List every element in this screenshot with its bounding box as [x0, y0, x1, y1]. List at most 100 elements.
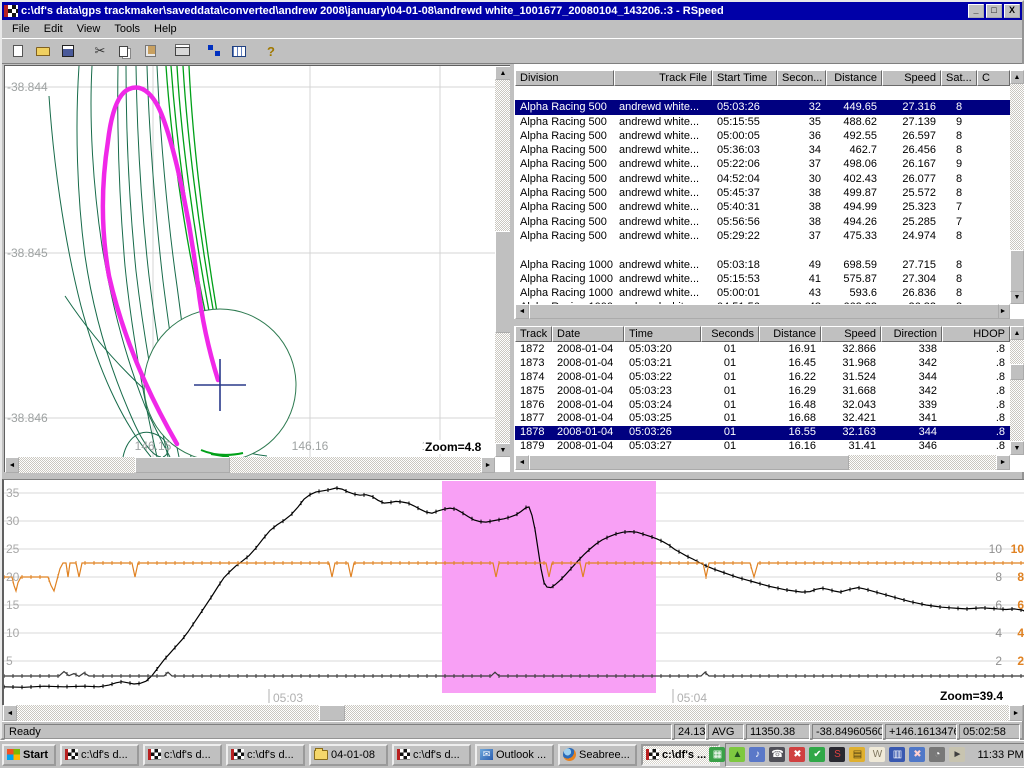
table-row[interactable]	[515, 86, 1010, 100]
column-header-sat[interactable]: Sat...	[941, 70, 977, 86]
scrollbar-thumb[interactable]	[135, 457, 230, 473]
table-row[interactable]: 18782008-01-0405:03:260116.5532.163344.8	[515, 426, 1010, 440]
scrollbar-thumb[interactable]	[529, 304, 999, 319]
start-button[interactable]: Start	[2, 744, 56, 766]
table-row[interactable]	[515, 243, 1010, 257]
laps-table-horizontal-scrollbar[interactable]: ◄►	[515, 304, 1010, 319]
table-row[interactable]: Alpha Racing 500andrewd white...05:03:26…	[515, 100, 1010, 114]
scroll-left-button[interactable]: ◄	[3, 705, 17, 721]
task-button-flag[interactable]: c:\df's d...	[143, 744, 222, 766]
column-header-secon[interactable]: Secon...	[777, 70, 826, 86]
tray-icon-3[interactable]: ♪	[749, 747, 765, 762]
scrollbar-thumb[interactable]	[319, 705, 345, 721]
task-button-flag[interactable]: c:\df's ...	[641, 744, 720, 766]
table-row[interactable]: 18772008-01-0405:03:250116.6832.421341.8	[515, 412, 1010, 426]
task-button-flag[interactable]: c:\df's d...	[60, 744, 139, 766]
map-vertical-scrollbar[interactable]: ▲▼	[495, 66, 511, 457]
tray-icon-12[interactable]: ◔	[929, 747, 945, 762]
table-row[interactable]: 18752008-01-0405:03:230116.2931.668342.8	[515, 385, 1010, 399]
table-row[interactable]: Alpha Racing 500andrewd white...05:15:55…	[515, 115, 1010, 129]
scroll-right-button[interactable]: ►	[481, 457, 495, 473]
table-row[interactable]: Alpha Racing 1000andrewd white...05:00:0…	[515, 286, 1010, 300]
tray-icon-8[interactable]: ▤	[849, 747, 865, 762]
open-button[interactable]	[31, 40, 55, 62]
scroll-up-button[interactable]: ▲	[1010, 70, 1024, 84]
close-button[interactable]: X	[1004, 4, 1020, 18]
help-button[interactable]: ?	[259, 40, 283, 62]
table-row[interactable]: Alpha Racing 500andrewd white...04:52:04…	[515, 172, 1010, 186]
scroll-up-button[interactable]: ▲	[495, 66, 511, 80]
scroll-left-button[interactable]: ◄	[5, 457, 19, 473]
table-row[interactable]: Alpha Racing 500andrewd white...05:40:31…	[515, 200, 1010, 214]
tray-icon-6[interactable]: ✔	[809, 747, 825, 762]
table-row[interactable]: Alpha Racing 1000andrewd white...05:03:1…	[515, 258, 1010, 272]
table-row[interactable]: Alpha Racing 500andrewd white...05:56:56…	[515, 215, 1010, 229]
menu-edit[interactable]: Edit	[38, 21, 69, 37]
column-header-speed[interactable]: Speed	[821, 326, 881, 342]
table-row[interactable]: Alpha Racing 500andrewd white...05:29:22…	[515, 229, 1010, 243]
panel-splitter[interactable]	[510, 64, 514, 472]
scroll-down-button[interactable]: ▼	[495, 443, 511, 457]
tray-icon-11[interactable]: ✖	[909, 747, 925, 762]
scrollbar-thumb[interactable]	[529, 455, 849, 470]
scrollbar-thumb[interactable]	[1010, 250, 1024, 292]
column-header-distance[interactable]: Distance	[759, 326, 821, 342]
column-header-time[interactable]: Time	[624, 326, 701, 342]
tray-icon-10[interactable]: ▥	[889, 747, 905, 762]
table-row[interactable]: Alpha Racing 500andrewd white...05:45:37…	[515, 186, 1010, 200]
restore-button[interactable]: □	[986, 4, 1002, 18]
table-row[interactable]: 18762008-01-0405:03:240116.4832.043339.8	[515, 399, 1010, 413]
table-row[interactable]: Alpha Racing 1000andrewd white...05:15:5…	[515, 272, 1010, 286]
table-row[interactable]: Alpha Racing 500andrewd white...05:36:03…	[515, 143, 1010, 157]
scroll-right-button[interactable]: ►	[1009, 705, 1023, 721]
column-header-division[interactable]: Division	[515, 70, 614, 86]
scroll-down-button[interactable]: ▼	[1010, 441, 1024, 455]
paste-button[interactable]	[138, 40, 162, 62]
table-row[interactable]: 18792008-01-0405:03:270116.1631.41346.8	[515, 440, 1010, 454]
column-header-trackfile[interactable]: Track File	[614, 70, 712, 86]
sort-button[interactable]	[202, 40, 226, 62]
table-row[interactable]: 18722008-01-0405:03:200116.9132.866338.8	[515, 343, 1010, 357]
table-row[interactable]: 18732008-01-0405:03:210116.4531.968342.8	[515, 357, 1010, 371]
chart-canvas[interactable]: 353025201510510108866442205:0305:04	[4, 480, 1024, 705]
tray-icon-1[interactable]: ▦	[709, 747, 725, 762]
scroll-up-button[interactable]: ▲	[1010, 326, 1024, 340]
laps-table-vertical-scrollbar[interactable]: ▲▼	[1010, 70, 1024, 304]
tray-icon-7[interactable]: S	[829, 747, 845, 762]
map-horizontal-scrollbar[interactable]: ◄►	[5, 457, 495, 473]
column-header-speed[interactable]: Speed	[882, 70, 941, 86]
tray-icon-9[interactable]: W	[869, 747, 885, 762]
cut-button[interactable]: ✂	[88, 40, 112, 62]
save-button[interactable]	[56, 40, 80, 62]
grid-button[interactable]	[227, 40, 251, 62]
column-header-track[interactable]: Track	[515, 326, 552, 342]
map-canvas[interactable]: -38.844-38.845-38.846146.15146.16146.17	[5, 66, 495, 457]
menu-view[interactable]: View	[71, 21, 107, 37]
tray-icon-4[interactable]: ☎	[769, 747, 785, 762]
scrollbar-thumb[interactable]	[495, 231, 511, 333]
column-header-starttime[interactable]: Start Time	[712, 70, 777, 86]
task-button-firefox[interactable]: Seabree...	[558, 744, 637, 766]
task-button-outlook[interactable]: ✉Outlook ...	[475, 744, 554, 766]
scrollbar-thumb[interactable]	[1010, 364, 1024, 380]
column-header-direction[interactable]: Direction	[881, 326, 942, 342]
menu-help[interactable]: Help	[148, 21, 183, 37]
scroll-left-button[interactable]: ◄	[515, 455, 529, 470]
column-header-distance[interactable]: Distance	[826, 70, 882, 86]
task-button-flag[interactable]: c:\df's d...	[226, 744, 305, 766]
column-header-seconds[interactable]: Seconds	[701, 326, 759, 342]
column-header-date[interactable]: Date	[552, 326, 624, 342]
tray-icon-2[interactable]: ▲	[729, 747, 745, 762]
table-row[interactable]: Alpha Racing 500andrewd white...05:22:06…	[515, 157, 1010, 171]
scroll-down-button[interactable]: ▼	[1010, 290, 1024, 304]
tray-icon-5[interactable]: ✖	[789, 747, 805, 762]
points-table-vertical-scrollbar[interactable]: ▲▼	[1010, 326, 1024, 455]
table-row[interactable]: Alpha Racing 500andrewd white...05:00:05…	[515, 129, 1010, 143]
scroll-left-button[interactable]: ◄	[515, 304, 529, 319]
task-button-flag[interactable]: c:\df's d...	[392, 744, 471, 766]
menu-file[interactable]: File	[6, 21, 36, 37]
column-header-c[interactable]: C	[977, 70, 1010, 86]
column-header-hdop[interactable]: HDOP	[942, 326, 1010, 342]
points-table-horizontal-scrollbar[interactable]: ◄►	[515, 455, 1010, 470]
chart-horizontal-scrollbar[interactable]: ◄►	[3, 705, 1023, 721]
